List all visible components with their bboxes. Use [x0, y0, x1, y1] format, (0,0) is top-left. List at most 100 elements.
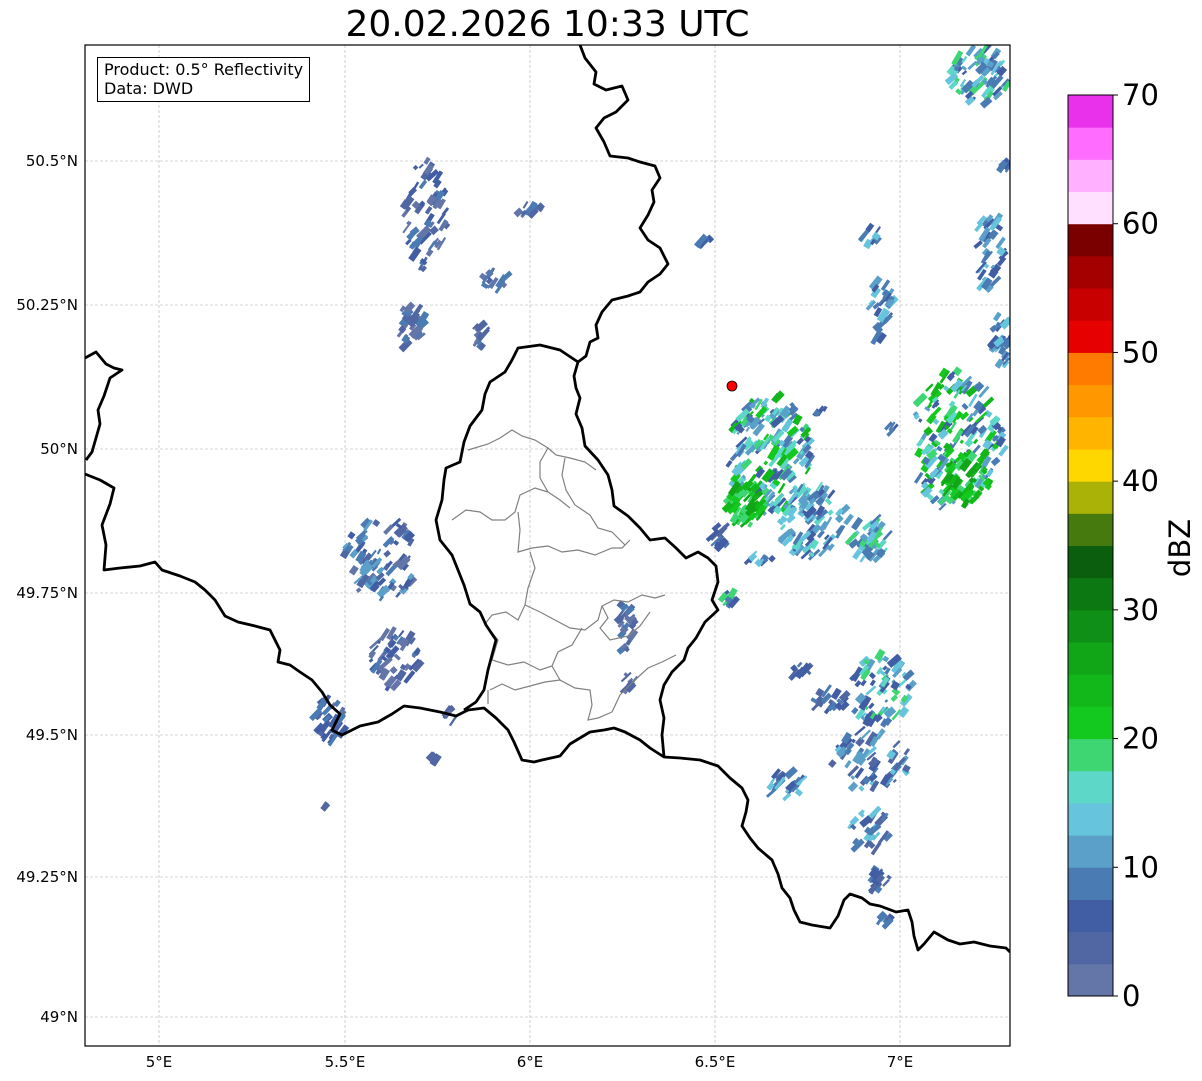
- echo-pixel: [890, 694, 898, 703]
- echo-pixel: [858, 785, 865, 792]
- echo-pixel: [763, 460, 769, 466]
- lon-tick: 6.5°E: [695, 1053, 736, 1071]
- colorbar-tick-label: 50: [1122, 335, 1159, 369]
- echo-pixel: [824, 497, 833, 506]
- colorbar-segment: [1068, 320, 1113, 353]
- echo-pixel: [868, 702, 875, 710]
- echo-pixel: [903, 748, 911, 756]
- echo-pixel: [973, 438, 979, 445]
- colorbar-segment: [1068, 609, 1113, 643]
- echo-pixel: [408, 246, 422, 262]
- echo-pixel: [961, 65, 967, 71]
- echo-pixel: [990, 456, 1001, 467]
- echo-pixel: [884, 699, 889, 703]
- colorbar-segment: [1068, 642, 1113, 675]
- lat-tick: 49°N: [40, 1008, 78, 1026]
- colorbar: [1068, 95, 1113, 997]
- colorbar-segment: [1068, 770, 1113, 804]
- echo-pixel: [977, 424, 988, 435]
- lat-tick: 49.75°N: [16, 584, 78, 602]
- echo-pixel: [779, 523, 786, 531]
- echo-pixel: [999, 316, 1010, 330]
- echo-pixel: [412, 164, 419, 171]
- colorbar-segment: [1068, 255, 1113, 289]
- echo-pixel: [914, 471, 924, 484]
- colorbar-segment: [1068, 867, 1113, 900]
- echo-pixel: [395, 591, 402, 598]
- colorbar-segment: [1068, 545, 1113, 579]
- colorbar-ticks: 0 10 20 30 40 50 60 70: [1113, 78, 1159, 1013]
- echo-pixel: [851, 706, 859, 715]
- echo-pixel: [967, 60, 978, 71]
- echo-pixel: [854, 725, 866, 737]
- echo-pixel: [882, 655, 890, 663]
- colorbar-segment: [1068, 127, 1113, 160]
- echo-pixel: [834, 514, 844, 524]
- colorbar-tick-label: 0: [1122, 979, 1140, 1013]
- colorbar-tick-label: 20: [1122, 722, 1159, 756]
- echo-pixel: [843, 513, 854, 526]
- colorbar-segment: [1068, 963, 1113, 997]
- echo-pixel: [892, 740, 901, 749]
- echo-pixel: [347, 531, 356, 540]
- lon-tick: 5.5°E: [325, 1053, 366, 1071]
- echo-pixel: [376, 548, 382, 555]
- echo-pixel: [522, 201, 529, 209]
- echo-pixel: [979, 96, 993, 109]
- colorbar-tick-label: 40: [1122, 464, 1159, 498]
- echo-pixel: [852, 548, 863, 560]
- radar-site-marker: [726, 380, 738, 392]
- colorbar-segment: [1068, 835, 1113, 868]
- lon-tick-labels: 5°E 5.5°E 6°E 6.5°E 7°E: [146, 1053, 914, 1071]
- echo-pixel: [827, 509, 834, 516]
- echo-pixel: [959, 439, 964, 444]
- radar-map: 5°E 5.5°E 6°E 6.5°E 7°E 50.5°N 50.25°N 5…: [16, 44, 1197, 1071]
- colorbar-segment: [1068, 384, 1113, 418]
- colorbar-segment: [1068, 931, 1113, 965]
- lat-tick: 49.25°N: [16, 868, 78, 886]
- echo-pixel: [882, 878, 890, 887]
- echo-pixel: [892, 778, 897, 784]
- echo-pixel: [369, 549, 377, 559]
- colorbar-segment: [1068, 416, 1113, 450]
- echo-pixel: [880, 279, 891, 292]
- echo-pixel: [886, 874, 892, 880]
- echo-pixel: [882, 529, 893, 542]
- lat-tick-labels: 50.5°N 50.25°N 50°N 49.75°N 49.5°N 49.25…: [16, 152, 78, 1026]
- echo-pixel: [480, 282, 489, 289]
- echo-pixel: [973, 240, 983, 250]
- colorbar-segment: [1068, 159, 1113, 193]
- colorbar-tick-label: 30: [1122, 593, 1159, 627]
- data-source-text: Data: DWD: [104, 79, 194, 98]
- echo-pixel: [992, 311, 1002, 322]
- colorbar-segment: [1068, 738, 1113, 772]
- echo-pixel: [784, 766, 798, 780]
- lat-tick: 50.5°N: [26, 152, 78, 170]
- colorbar-segment: [1068, 513, 1113, 546]
- colorbar-segment: [1068, 802, 1113, 836]
- colorbar-tick-label: 70: [1122, 78, 1159, 112]
- lat-tick: 50.25°N: [16, 296, 78, 314]
- echo-pixel: [826, 489, 836, 499]
- colorbar-segment: [1068, 223, 1113, 257]
- echo-pixel: [383, 524, 394, 535]
- echo-pixel: [860, 679, 867, 687]
- product-info-box: Product: 0.5° Reflectivity Data: DWD: [97, 57, 311, 102]
- echo-pixel: [828, 759, 837, 768]
- echo-pixel: [425, 248, 434, 257]
- echo-pixel: [355, 587, 362, 593]
- colorbar-segment: [1068, 899, 1113, 933]
- echo-pixel: [865, 685, 877, 696]
- echo-pixel: [855, 736, 865, 747]
- echo-pixel: [912, 392, 928, 408]
- lat-tick: 50°N: [40, 440, 78, 458]
- colorbar-segment: [1068, 706, 1113, 740]
- echo-pixel: [817, 529, 825, 539]
- echo-pixel: [847, 781, 859, 793]
- echo-pixel: [389, 666, 398, 675]
- echo-pixel: [768, 554, 776, 563]
- echo-pixel: [348, 565, 359, 576]
- echo-pixel: [418, 163, 424, 169]
- colorbar-tick-label: 60: [1122, 207, 1159, 241]
- echo-pixel: [925, 383, 934, 392]
